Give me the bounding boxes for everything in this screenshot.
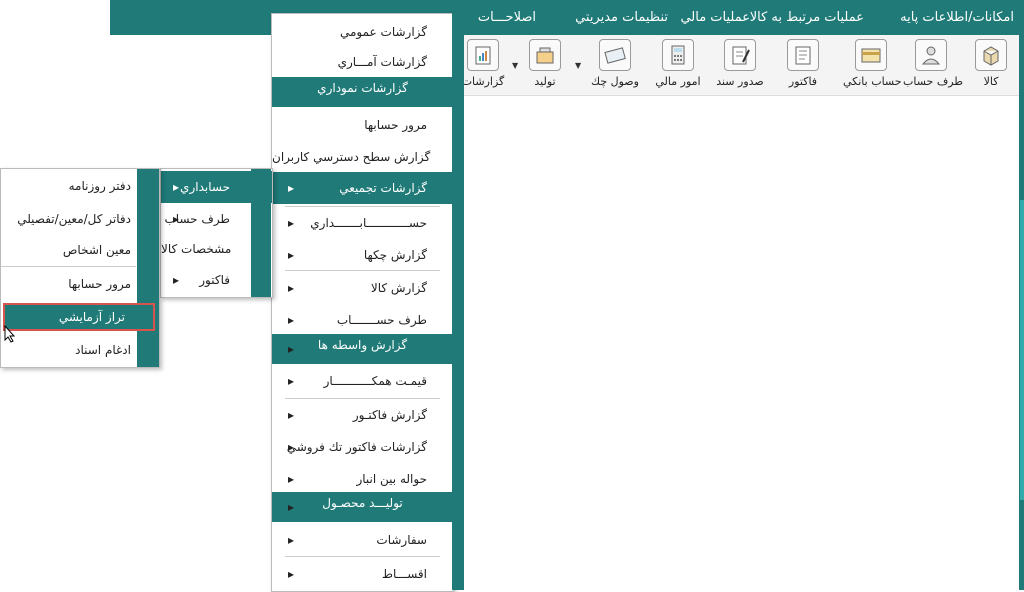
toolbar-party-label: طرف حساب [903,75,964,88]
menu-bar: امکانات/اطلاعات پایه عملیات مرتبط به کال… [110,0,1024,35]
menu-item-partner-price[interactable]: قيمـت همکـــــــــــار [272,365,453,397]
menu-header-product-production[interactable]: توليـــد محصـول [272,492,453,522]
toolbar-goods-label: کالا [983,75,999,88]
menu-header-chart-reports[interactable]: گزارشات نموداري [272,77,453,107]
menu-item-accounts-review[interactable]: مرور حسابها [272,109,453,141]
bank-account-icon [855,39,887,71]
menu-item-user-access-report[interactable]: گزارش سطح دسترسي کاربران [272,141,453,173]
toolbar-cheque-button[interactable]: وصول چك [587,39,643,93]
accounting-submenu: دفتر روزنامه دفاتر کل/معين/تفصيلي معين ا… [0,168,160,368]
mouse-cursor-icon [4,324,16,346]
submenu-item-journal[interactable]: دفتر روزنامه [1,169,159,203]
toolbar-cheque-label: وصول چك [591,75,639,88]
menu-side-strip [452,13,464,590]
menu-item-warehouse-transfer[interactable]: حواله بين انبار [272,463,453,495]
toolbar-bank-account-button[interactable]: حساب بانکي [843,39,902,93]
scrollbar[interactable] [1020,200,1024,500]
production-icon [529,39,561,71]
menu-corrections[interactable]: اصلاحـــات [478,0,536,35]
production-dropdown-arrow[interactable]: ▼ [512,61,518,70]
menu-separator [285,270,440,271]
menu-item-general-reports[interactable]: گزارشات عمومي [272,16,453,48]
menu-basic-info[interactable]: امکانات/اطلاعات پایه [900,0,1014,35]
reports-dropdown-menu: گزارشات عمومي گزارشات آمـــاري گزارشات ن… [271,13,454,592]
calculator-icon [662,39,694,71]
toolbar-issue-document-label: صدور سند [716,75,764,88]
cheque-dropdown-arrow[interactable]: ▼ [575,61,581,70]
menu-goods-operations[interactable]: عملیات مرتبط به کالا [750,0,864,35]
toolbar-financial-affairs-button[interactable]: امور مالي [650,39,706,93]
menu-item-aggregate-reports[interactable]: گزارشات تجميعي [272,172,453,204]
menu-item-orders[interactable]: سفارشات [272,524,453,556]
toolbar-party-button[interactable]: طرف حساب [903,39,964,93]
toolbar-invoice-label: فاکتور [788,75,818,88]
user-card-icon [915,39,947,71]
toolbar-financial-affairs-label: امور مالي [655,75,701,88]
toolbar-issue-document-button[interactable]: صدور سند [712,39,768,93]
submenu-item-accounts-review[interactable]: مرور حسابها [1,267,159,301]
aggregate-reports-submenu: حسابداري طرف حساب مشخصات کالا فاکتور [160,168,273,298]
menu-item-statistical-reports[interactable]: گزارشات آمـــاري [272,46,453,78]
submenu-item-merge-documents[interactable]: ادغام اسناد [1,333,159,367]
menu-item-installments[interactable]: اقســـاط [272,558,453,590]
menu-header-intermediary-reports[interactable]: گزارش واسطه ها [272,334,453,364]
menu-item-cheque-report[interactable]: گزارش چکها [272,239,453,271]
menu-item-goods-report[interactable]: گزارش کالا [272,272,453,304]
toolbar-goods-button[interactable]: کالا [963,39,1019,93]
document-issue-icon [724,39,756,71]
menu-item-accounting[interactable]: حســــــــــــاب‍ـــــــداري [272,207,453,239]
menu-item-invoice-report[interactable]: گزارش فاکتـور [272,399,453,431]
menu-management-settings[interactable]: تنظيمات مديريتي [575,0,668,35]
toolbar-bank-account-label: حساب بانکي [843,75,902,88]
menu-item-party-account[interactable]: طرف حســـــــاب [272,304,453,336]
toolbar-production-label: توليد [534,75,556,88]
submenu-item-trial-balance[interactable]: تراز آزمايشي [3,303,155,331]
reports-icon [467,39,499,71]
invoice-icon [787,39,819,71]
toolbar: کالا طرف حساب حساب بانکي فاکتور صدور سند… [455,35,1024,96]
menu-separator [285,556,440,557]
submenu-item-ledgers[interactable]: دفاتر کل/معين/تفصيلي [1,202,159,236]
submenu-item-persons-subsidiary[interactable]: معين اشخاص [1,233,159,267]
toolbar-production-button[interactable]: توليد [517,39,573,93]
menu-item-single-sale-invoice-reports[interactable]: گزارشات فاکتور تك فروشي [272,431,453,463]
toolbar-invoice-button[interactable]: فاکتور [775,39,831,93]
cheque-icon [599,39,631,71]
submenu-side-strip [251,169,271,297]
box-icon [975,39,1007,71]
menu-financial-operations[interactable]: عملیات مالي [680,0,750,35]
